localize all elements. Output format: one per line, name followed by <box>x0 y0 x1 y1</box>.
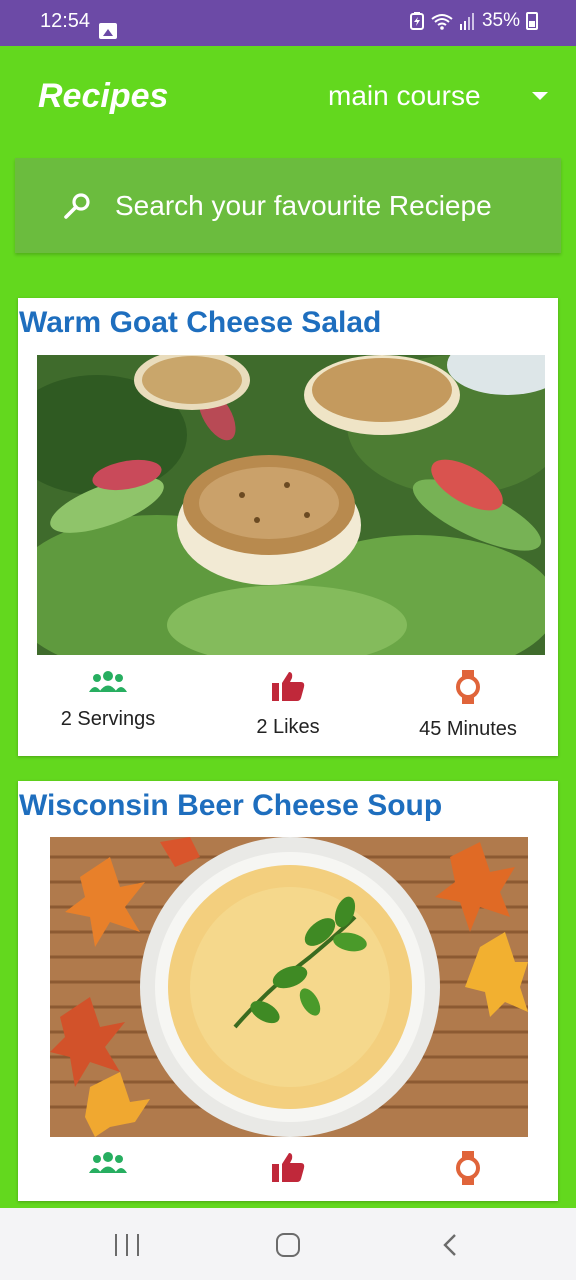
people-icon <box>89 1152 127 1173</box>
home-icon[interactable] <box>276 1233 300 1257</box>
navigation-bar <box>0 1208 576 1280</box>
gallery-icon <box>99 23 117 39</box>
recipe-card[interactable]: Wisconsin Beer Cheese Soup <box>18 781 558 1201</box>
time-stat <box>378 1151 558 1185</box>
wifi-icon <box>431 14 453 30</box>
thumbs-up-icon <box>272 1153 305 1182</box>
recents-icon[interactable] <box>115 1234 139 1256</box>
servings-stat: 2 Servings <box>18 670 198 731</box>
recipe-image[interactable] <box>50 837 528 1137</box>
time-label: 45 Minutes <box>419 718 517 740</box>
recipe-card[interactable]: Warm Goat Cheese Salad 2 Servings 2 Like… <box>18 298 558 756</box>
recipe-image[interactable] <box>37 355 545 655</box>
search-input[interactable]: Search your favourite Reciepe <box>115 190 492 222</box>
likes-stat: 2 Likes <box>198 670 378 739</box>
likes-label: 2 Likes <box>256 716 320 738</box>
recipe-title[interactable]: Warm Goat Cheese Salad <box>19 306 381 340</box>
battery-percent: 35% <box>481 10 520 31</box>
recipe-title[interactable]: Wisconsin Beer Cheese Soup <box>19 789 442 823</box>
app-title: Recipes <box>38 77 169 115</box>
status-time: 12:54 <box>40 10 91 32</box>
time-stat: 45 Minutes <box>378 670 558 741</box>
servings-stat <box>18 1151 198 1175</box>
back-icon[interactable] <box>443 1234 457 1256</box>
search-icon <box>64 193 90 219</box>
signal-icon <box>459 13 474 30</box>
dropdown-arrow-icon <box>532 92 548 100</box>
status-icons: 35% <box>409 10 538 32</box>
servings-label: 2 Servings <box>60 708 156 730</box>
battery-saver-icon <box>409 12 424 30</box>
watch-icon <box>456 670 480 704</box>
people-icon <box>89 671 127 692</box>
search-bar[interactable]: Search your favourite Reciepe <box>15 158 561 253</box>
battery-icon <box>526 12 538 30</box>
likes-stat <box>198 1151 378 1183</box>
app-bar: Recipes main course <box>0 46 576 146</box>
category-selected-value: main course <box>328 80 481 111</box>
watch-icon <box>456 1151 480 1185</box>
status-bar: 12:54 35% <box>0 0 576 46</box>
category-dropdown[interactable]: main course <box>328 80 558 114</box>
thumbs-up-icon <box>272 672 305 701</box>
